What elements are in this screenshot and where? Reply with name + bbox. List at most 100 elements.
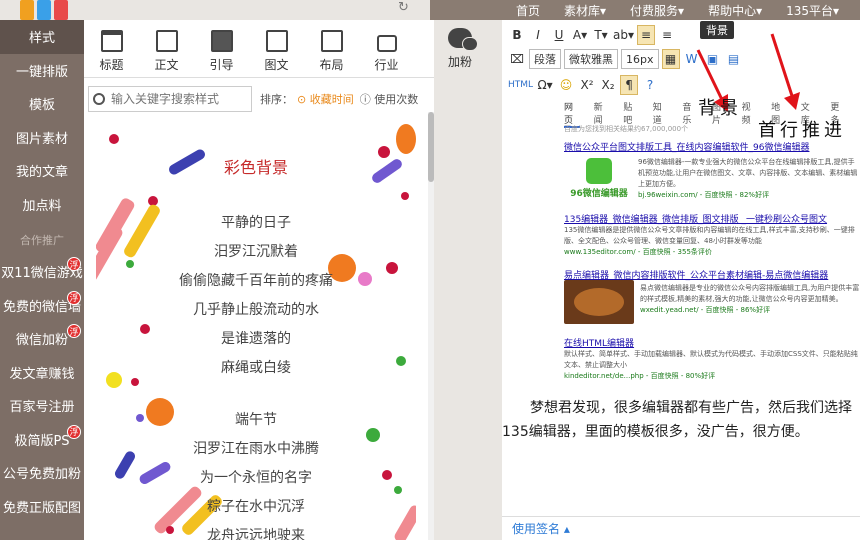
float-badge: 浮 [67, 424, 81, 439]
category-label: 引导 [209, 58, 234, 72]
font-family-select[interactable]: 微软雅黑 [564, 49, 618, 69]
indent-button[interactable]: ¶ [620, 75, 639, 95]
nav-platform[interactable]: 135平台▾ [786, 2, 839, 19]
font-color-button[interactable]: A▾ [571, 25, 589, 45]
partner-heading: 合作推广 [20, 234, 64, 247]
result-title: 在线HTML编辑器 [564, 339, 635, 349]
tooltip: 背景 [700, 21, 734, 39]
category-industry[interactable]: 行业 [359, 20, 414, 77]
sidebar-item-partner[interactable]: 发文章赚钱 [0, 356, 84, 390]
sidebar-item-one-click-layout[interactable]: 一键排版 [0, 54, 84, 88]
font-size-select[interactable]: 16px [621, 49, 659, 69]
html-button[interactable]: HTML [508, 75, 533, 95]
category-body[interactable]: 正文 [139, 20, 194, 77]
splitter: 加粉 [434, 20, 502, 540]
layout-icon [320, 30, 343, 52]
sort-by-favorite-time[interactable]: ⊙ 收藏时间 [297, 91, 354, 107]
sidebar-item-label: 极简版PS [14, 433, 70, 449]
toolbar-row-3: HTML Ω▾ ☺ X² X₂ ¶ ? [502, 72, 860, 98]
category-title[interactable]: 标题 [84, 20, 139, 77]
bold-button[interactable]: B [508, 25, 526, 45]
add-fans-button[interactable]: 加粉 [448, 28, 478, 70]
sort-label: 排序： [260, 93, 293, 106]
decor-dot [109, 134, 119, 144]
sidebar-item-partner[interactable]: 微信加粉浮 [0, 322, 84, 356]
nav-home[interactable]: 首页 [516, 2, 540, 19]
sidebar-item-templates[interactable]: 模板 [0, 87, 84, 121]
image-icon [210, 30, 233, 52]
article-text[interactable]: 梦想君发现，很多编辑器都有些广告，然后我们选择135编辑器，里面的模板很多，没广… [502, 396, 860, 444]
superscript-button[interactable]: X² [578, 75, 596, 95]
category-guide[interactable]: 引导 [194, 20, 249, 77]
text-style-button[interactable]: T▾ [592, 25, 610, 45]
align-left-button[interactable]: ≡ [637, 25, 655, 45]
italic-button[interactable]: I [529, 25, 547, 45]
search-result: 在线HTML编辑器 默认样式、简单样式、手动加载编辑器、默认模式为代码模式、手动… [564, 336, 860, 381]
highlight-button[interactable]: ab▾ [613, 25, 634, 45]
nav-material[interactable]: 素材库▾ [564, 2, 606, 19]
emoji-icon[interactable]: ☺ [557, 75, 575, 95]
poem-line: 端午节 [235, 412, 277, 428]
sidebar: 样式 一键排版 模板 图片素材 我的文章 加点料 合作推广 双11微信游戏浮 免… [0, 20, 84, 540]
search-input[interactable] [111, 92, 241, 106]
annotation-first-line-indent: 首行推进 [758, 120, 846, 141]
nav-paid[interactable]: 付费服务▾ [630, 2, 684, 19]
style-preview[interactable]: 彩色背景 平静的日子 汨罗江沉默着 偷偷隐藏千百年前的疼痛 几乎静止般流动的水 … [96, 124, 416, 540]
logo[interactable] [20, 0, 70, 22]
sidebar-item-images[interactable]: 图片素材 [0, 121, 84, 155]
poem-line: 偷偷隐藏千百年前的疼痛 [179, 273, 333, 289]
category-row: 标题 正文 引导 图文 布局 行业 [84, 20, 434, 78]
sidebar-item-partner[interactable]: 免费正版配图 [0, 490, 84, 524]
sidebar-item-styles[interactable]: 样式 [0, 20, 84, 54]
category-label: 图文 [264, 58, 289, 72]
category-label: 正文 [154, 58, 179, 72]
sidebar-item-label: 模板 [28, 98, 55, 114]
category-label: 布局 [319, 58, 344, 72]
decor-dot [394, 486, 402, 494]
category-layout[interactable]: 布局 [304, 20, 359, 77]
decor-dot [396, 124, 416, 154]
result-url: wxedit.yead.net/ - 百度快照 - 86%好评 [640, 306, 771, 314]
category-label: 行业 [374, 58, 399, 72]
nav-help[interactable]: 帮助中心▾ [708, 2, 762, 19]
editor: B I U A▾ T▾ ab▾ ≡ ≡ 背景 ⌧ 段落 微软雅黑 16px ▦ … [502, 20, 860, 540]
image-text-icon [265, 30, 288, 52]
sidebar-item-label: 发文章赚钱 [9, 366, 75, 382]
float-badge: 浮 [67, 257, 81, 271]
editor-content[interactable]: 网页 新闻 贴吧 知道 音乐 图片 视频 地图 文库 更多 百度为您找到相关结果… [502, 96, 860, 516]
sidebar-item-partner[interactable]: 公号免费加粉 [0, 456, 84, 490]
sidebar-item-partner[interactable]: 免费的微信墙浮 [0, 289, 84, 323]
format-icon[interactable]: ⌧ [508, 49, 526, 69]
refresh-icon[interactable]: ↻ [398, 0, 412, 15]
align-center-button[interactable]: ≡ [658, 25, 676, 45]
sidebar-item-label: 百家号注册 [9, 400, 75, 416]
sidebar-item-extras[interactable]: 加点料 [0, 188, 84, 222]
paragraph-select[interactable]: 段落 [529, 49, 561, 69]
category-label: 标题 [99, 58, 124, 72]
special-char-button[interactable]: Ω▾ [536, 75, 554, 95]
search-field[interactable] [88, 86, 252, 112]
sidebar-item-partner[interactable]: 双11微信游戏浮 [0, 255, 84, 289]
sidebar-item-label: 微信加粉 [15, 333, 68, 349]
briefcase-icon [376, 35, 397, 52]
poem-line: 龙舟远远地驶来 [207, 528, 305, 540]
top-bar: ↻ 首页 素材库▾ 付费服务▾ 帮助中心▾ 135平台▾ [0, 0, 860, 20]
sidebar-item-label: 免费正版配图 [2, 500, 81, 516]
category-image-text[interactable]: 图文 [249, 20, 304, 77]
sidebar-item-label: 公号免费加粉 [2, 467, 81, 483]
use-signature-toggle[interactable]: 使用签名 ▴ [502, 516, 860, 540]
sidebar-item-partner[interactable]: 百家号注册 [0, 389, 84, 423]
poem-line: 是谁遗落的 [221, 331, 291, 347]
subscript-button[interactable]: X₂ [599, 75, 617, 95]
result-desc: 96微信编辑器-一款专业强大的微信公众平台在线编辑排版工具,提供手机预览功能,让… [638, 158, 858, 188]
sidebar-item-partner[interactable]: 极简版PS 浮 [0, 423, 84, 457]
underline-button[interactable]: U [550, 25, 568, 45]
sidebar-item-label: 加点料 [22, 198, 62, 214]
sidebar-item-my-articles[interactable]: 我的文章 [0, 154, 84, 188]
result-desc: 135微信编辑器是提供微信公众号文章排版和内容编辑的在线工具,样式丰富,支持秒刷… [564, 226, 855, 245]
result-desc: 易点微信编辑器是专业的微信公众号内容排版编辑工具,为用户提供丰富的样式模板,精美… [640, 284, 860, 303]
background-button[interactable]: ▦ [661, 49, 680, 69]
poem-line: 汨罗江沉默着 [214, 244, 298, 260]
help-icon[interactable]: ? [641, 75, 659, 95]
sort-by-use-count[interactable]: ⓘ 使用次数 [360, 91, 419, 107]
